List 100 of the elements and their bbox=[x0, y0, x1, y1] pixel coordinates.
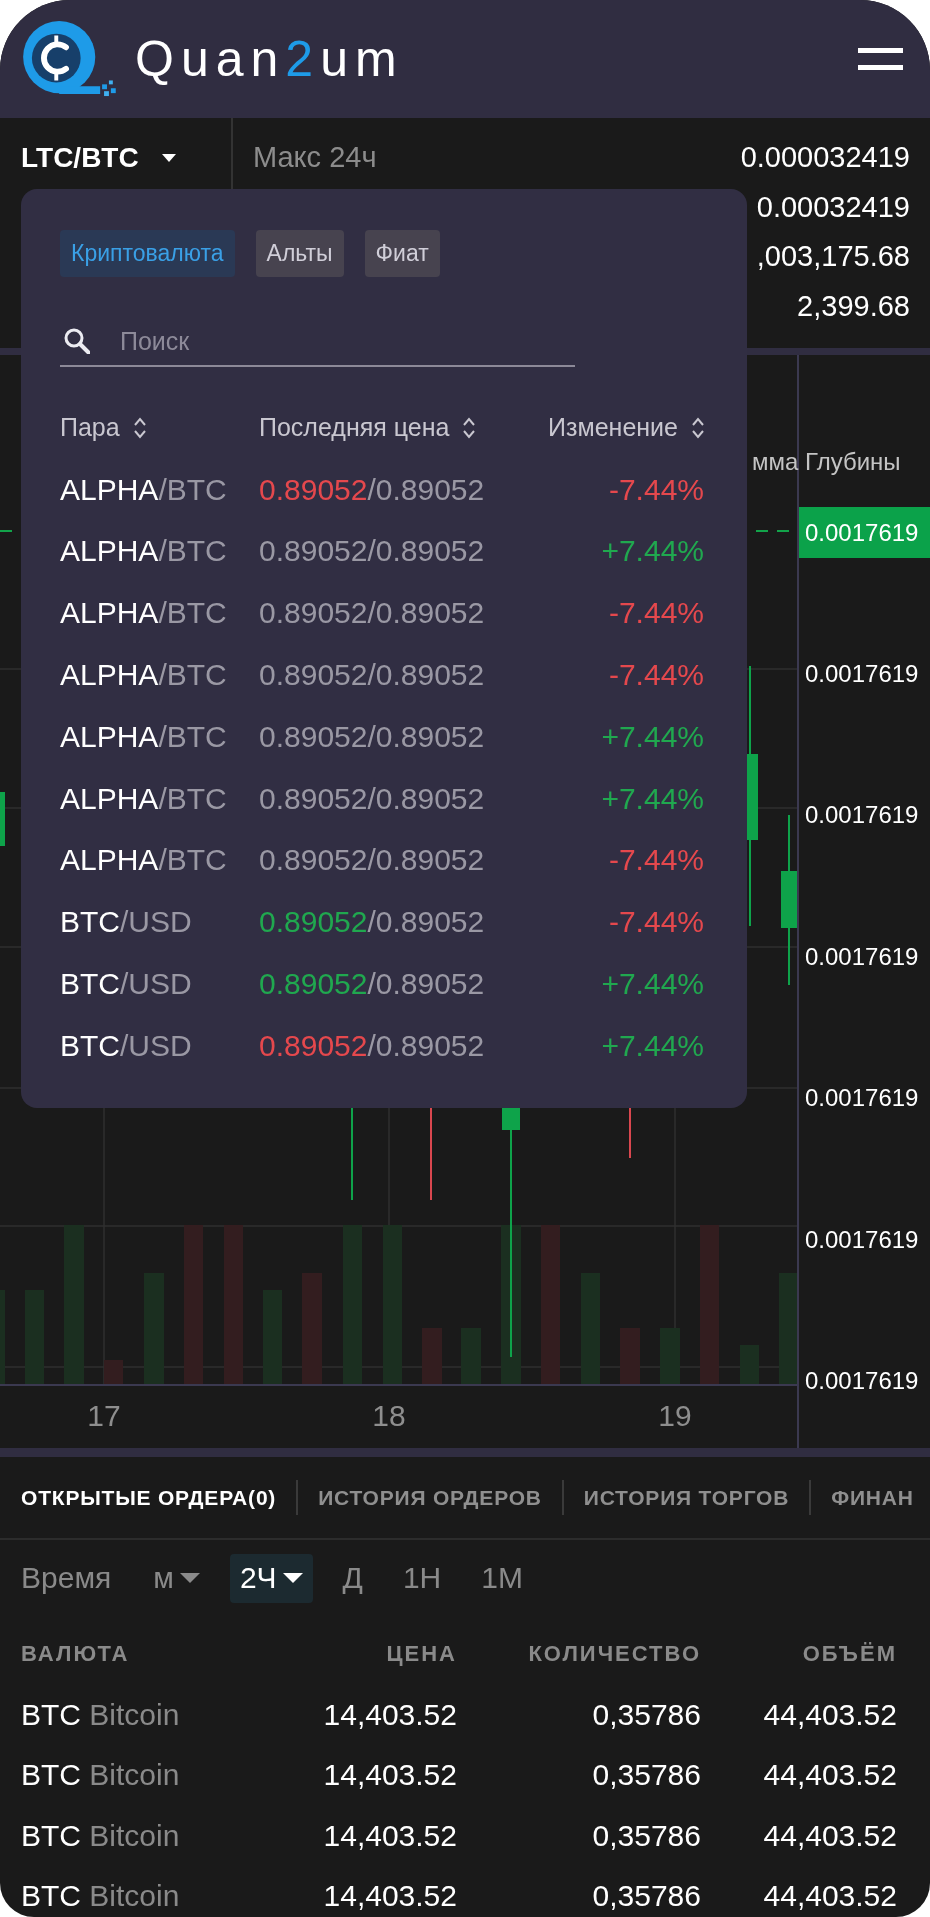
last-price: 0.89052/0.89052 bbox=[259, 781, 485, 816]
pair-name[interactable]: ALPHA/BTC bbox=[60, 658, 259, 693]
caret-icon bbox=[179, 1573, 200, 1583]
volume-bar bbox=[740, 1345, 759, 1384]
interval-option[interactable]: Д bbox=[332, 1553, 373, 1603]
stat-value: 0.000032419 bbox=[740, 141, 910, 175]
price-change: +7.44% bbox=[601, 719, 704, 754]
last-price: 0.89052/0.89052 bbox=[259, 596, 485, 631]
search-input[interactable]: Поиск bbox=[120, 321, 575, 361]
table-cell-text: 0,35786 bbox=[591, 1697, 701, 1732]
pair-name[interactable]: ALPHA/BTC bbox=[60, 719, 259, 754]
table-cell-text: 44,403.52 bbox=[762, 1818, 897, 1853]
order-tab[interactable]: ФИНАН bbox=[831, 1485, 914, 1510]
stat-label: Макс 24ч bbox=[253, 141, 377, 175]
currency-cell-text: BTC Bitcoin bbox=[21, 1758, 181, 1793]
sort-icon bbox=[133, 416, 146, 439]
category-tab[interactable]: Фиат bbox=[364, 230, 440, 277]
table-cell-text: 0,35786 bbox=[591, 1879, 701, 1914]
table-cell-text: 14,403.52 bbox=[322, 1818, 457, 1853]
price-change: +7.44% bbox=[601, 967, 704, 1002]
last-price: 0.89052/0.89052 bbox=[259, 1028, 485, 1063]
pair-name[interactable]: BTC/USD bbox=[60, 905, 259, 940]
pair-name[interactable]: ALPHA/BTC bbox=[60, 781, 259, 816]
sort-icon bbox=[692, 416, 704, 439]
table-cell-text: 14,403.52 bbox=[322, 1758, 457, 1793]
order-tab[interactable]: ИСТОРИЯ ТОРГОВ bbox=[583, 1485, 790, 1510]
search-icon bbox=[64, 328, 90, 354]
interval-option[interactable]: 1Н bbox=[392, 1553, 452, 1603]
table-cell-text: 14,403.52 bbox=[322, 1879, 457, 1914]
price-change: +7.44% bbox=[601, 781, 704, 816]
price-change: -7.44% bbox=[608, 472, 704, 507]
last-price: 0.89052/0.89052 bbox=[259, 967, 485, 1002]
stat-value: ,003,175.68 bbox=[756, 240, 910, 274]
table-cell-text: 0,35786 bbox=[591, 1758, 701, 1793]
chart-legend: мма Глубины bbox=[752, 448, 901, 475]
table-cell-text: 44,403.52 bbox=[762, 1697, 897, 1732]
pair-name[interactable]: BTC/USD bbox=[60, 1028, 259, 1063]
column-header: ОБЪЁМ bbox=[801, 1641, 897, 1668]
time-axis-label: 17 bbox=[87, 1399, 121, 1432]
pair-name[interactable]: BTC/USD bbox=[60, 967, 259, 1002]
price-axis-label: 0.0017619 bbox=[805, 1367, 919, 1394]
pair-name[interactable]: ALPHA/BTC bbox=[60, 843, 259, 878]
candle bbox=[0, 792, 5, 846]
order-tab[interactable]: ИСТОРИЯ ОРДЕРОВ bbox=[318, 1485, 542, 1510]
price-change: -7.44% bbox=[608, 905, 704, 940]
last-price: 0.89052/0.89052 bbox=[259, 719, 485, 754]
last-price: 0.89052/0.89052 bbox=[259, 905, 485, 940]
price-change: +7.44% bbox=[601, 1028, 704, 1063]
pair-name[interactable]: ALPHA/BTC bbox=[60, 534, 259, 569]
price-axis-label: 0.0017619 bbox=[805, 1084, 919, 1111]
pair-name[interactable]: ALPHA/BTC bbox=[60, 596, 259, 631]
last-price: 0.89052/0.89052 bbox=[259, 843, 485, 878]
volume-bar bbox=[620, 1328, 640, 1384]
stat-value: 2,399.68 bbox=[797, 289, 910, 323]
current-price-tag: 0.0017619 bbox=[799, 507, 930, 558]
price-axis-label: 0.0017619 bbox=[805, 660, 919, 687]
category-tab[interactable]: Криптовалюта bbox=[60, 230, 235, 277]
volume-bar bbox=[660, 1328, 680, 1384]
price-change: -7.44% bbox=[608, 843, 704, 878]
sort-header[interactable]: Пара bbox=[60, 413, 146, 443]
currency-cell-text: BTC Bitcoin bbox=[21, 1697, 181, 1732]
menu-button[interactable] bbox=[858, 48, 903, 70]
volume-bar bbox=[461, 1328, 481, 1384]
time-axis-label: 19 bbox=[658, 1399, 692, 1432]
currency-cell-text: BTC Bitcoin bbox=[21, 1879, 181, 1914]
last-price: 0.89052/0.89052 bbox=[259, 534, 485, 569]
price-axis-label: 0.0017619 bbox=[805, 801, 919, 828]
caret-icon bbox=[282, 1573, 303, 1583]
time-label: Время bbox=[21, 1561, 112, 1595]
brand-name: Quan 2 um bbox=[135, 34, 404, 84]
price-change: -7.44% bbox=[608, 596, 704, 631]
column-header: КОЛИЧЕСТВО bbox=[527, 1641, 701, 1668]
pair-name[interactable]: ALPHA/BTC bbox=[60, 472, 259, 507]
volume-bar bbox=[104, 1360, 123, 1384]
sort-header[interactable]: Последняя цена bbox=[259, 413, 476, 443]
interval-option[interactable]: 2Ч bbox=[229, 1553, 313, 1603]
interval-option[interactable]: 1М bbox=[471, 1553, 533, 1603]
price-change: +7.44% bbox=[601, 534, 704, 569]
currency-cell-text: BTC Bitcoin bbox=[21, 1818, 181, 1853]
sort-icon bbox=[463, 416, 476, 439]
price-change: -7.44% bbox=[608, 658, 704, 693]
time-axis-label: 18 bbox=[372, 1399, 406, 1432]
menu-icon bbox=[858, 48, 903, 70]
volume-bar bbox=[422, 1328, 442, 1384]
price-axis-label: 0.0017619 bbox=[805, 943, 919, 970]
column-header: ВАЛЮТА bbox=[21, 1641, 131, 1668]
order-tab[interactable]: ОТКРЫТЫЕ ОРДЕРА(0) bbox=[21, 1485, 277, 1510]
table-cell-text: 44,403.52 bbox=[762, 1879, 897, 1914]
interval-option[interactable]: м bbox=[143, 1553, 210, 1603]
table-cell-text: 44,403.52 bbox=[762, 1758, 897, 1793]
caret-icon bbox=[161, 154, 176, 162]
table-cell-text: 14,403.52 bbox=[322, 1697, 457, 1732]
table-cell-text: 0,35786 bbox=[591, 1818, 701, 1853]
column-header: ЦЕНА bbox=[385, 1641, 457, 1668]
sort-header[interactable]: Изменение bbox=[548, 413, 704, 443]
last-price: 0.89052/0.89052 bbox=[259, 472, 485, 507]
category-tab[interactable]: Альты bbox=[255, 230, 344, 277]
pair-selector[interactable]: LTC/BTC bbox=[21, 137, 176, 179]
last-price: 0.89052/0.89052 bbox=[259, 658, 485, 693]
price-axis-label: 0.0017619 bbox=[805, 1226, 919, 1253]
